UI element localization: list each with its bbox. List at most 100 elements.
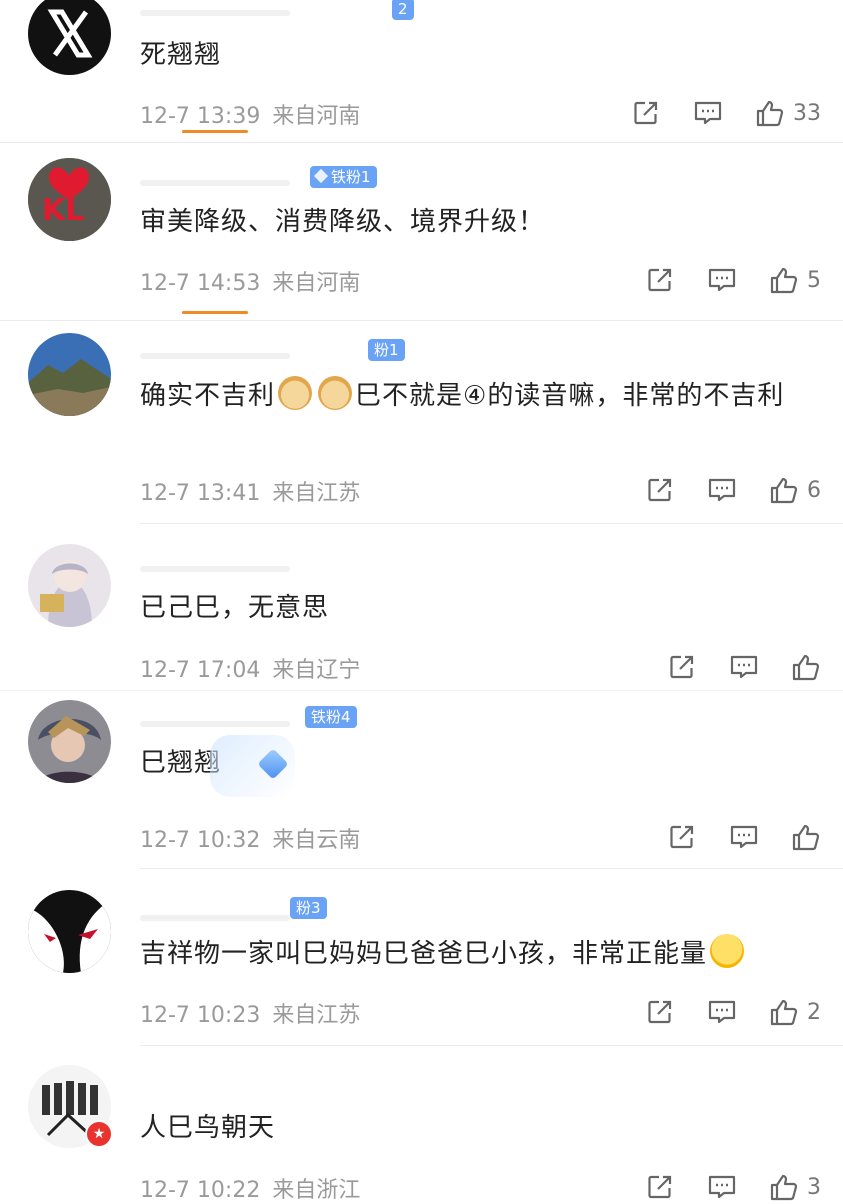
divider <box>140 1045 843 1046</box>
fan-badge: 铁粉1 <box>310 166 377 188</box>
comment-actions: 5 <box>613 263 821 297</box>
comment-icon <box>693 98 723 128</box>
reply-button[interactable] <box>707 265 737 295</box>
share-icon <box>645 475 675 505</box>
avatar[interactable] <box>28 333 111 416</box>
thumbs-up-icon <box>769 475 799 505</box>
comment-actions <box>635 650 821 684</box>
share-button[interactable] <box>631 98 661 128</box>
comment-text: 审美降级、消费降级、境界升级！ <box>140 207 546 237</box>
like-count: 5 <box>807 267 821 293</box>
share-icon <box>645 1172 675 1202</box>
like-count: 6 <box>807 477 821 503</box>
comment-text: 人巳鸟朝天 <box>140 1113 276 1143</box>
avatar-image <box>28 333 111 416</box>
comment-meta: 12-7 10:32 来自云南 <box>140 822 360 854</box>
smile-emoji <box>710 934 745 968</box>
comment-icon <box>729 822 759 852</box>
comment-location: 来自江苏 <box>272 481 361 506</box>
comment-time: 12-7 14:53 <box>140 271 261 296</box>
avatar[interactable] <box>28 0 111 75</box>
like-button[interactable]: 2 <box>769 997 821 1027</box>
comment-time: 12-7 10:22 <box>140 1178 261 1203</box>
like-button[interactable]: 5 <box>769 265 821 295</box>
reply-button[interactable] <box>707 475 737 505</box>
fan-badge: 2 <box>392 0 414 20</box>
like-button[interactable]: 33 <box>755 98 821 128</box>
thumbs-up-icon <box>755 98 785 128</box>
share-button[interactable] <box>667 652 697 682</box>
comment-time: 12-7 10:23 <box>140 1003 261 1028</box>
x-logo-icon <box>47 9 93 58</box>
avatar-image <box>28 700 111 783</box>
comment-time: 12-7 10:32 <box>140 828 261 853</box>
doge-emoji <box>318 376 353 410</box>
avatar-image <box>28 544 111 627</box>
share-button[interactable] <box>645 265 675 295</box>
share-icon <box>667 822 697 852</box>
like-button[interactable] <box>791 822 821 852</box>
comment-location: 来自河南 <box>272 104 361 129</box>
divider <box>0 142 843 143</box>
divider <box>0 690 843 691</box>
share-button[interactable] <box>645 475 675 505</box>
like-count: 3 <box>807 1174 821 1200</box>
avatar[interactable]: KL <box>28 158 111 241</box>
share-button[interactable] <box>645 997 675 1027</box>
avatar[interactable] <box>28 544 111 627</box>
thumbs-up-icon <box>791 822 821 852</box>
share-icon <box>645 265 675 295</box>
like-count: 33 <box>793 100 821 126</box>
svg-text:KL: KL <box>42 193 84 228</box>
avatar[interactable] <box>28 890 111 973</box>
share-button[interactable] <box>645 1172 675 1202</box>
avatar-image: KL <box>28 158 111 241</box>
fan-badge: 粉3 <box>290 897 327 919</box>
comment-icon <box>707 1172 737 1202</box>
comment-decoration <box>210 735 295 797</box>
share-button[interactable] <box>667 822 697 852</box>
reply-button[interactable] <box>693 98 723 128</box>
share-icon <box>645 997 675 1027</box>
thumbs-up-icon <box>769 1172 799 1202</box>
comment-text: 吉祥物一家叫巳妈妈巳爸爸巳小孩，非常正能量 <box>140 931 830 977</box>
comment-text: 死翘翘 <box>140 40 222 70</box>
avatar-image <box>28 890 111 973</box>
comment-actions <box>635 820 821 854</box>
avatar[interactable]: ★ <box>28 1065 113 1148</box>
reply-button[interactable] <box>729 652 759 682</box>
divider <box>140 523 843 524</box>
comment-time: 12-7 17:04 <box>140 658 261 683</box>
comment-location: 来自江苏 <box>272 1003 361 1028</box>
like-button[interactable]: 6 <box>769 475 821 505</box>
comment-icon <box>707 997 737 1027</box>
comment-meta: 12-7 14:53 来自河南 <box>140 265 360 297</box>
fan-badge: 铁粉4 <box>305 706 357 728</box>
comment-icon <box>729 652 759 682</box>
time-underline <box>182 130 248 133</box>
share-icon <box>631 98 661 128</box>
thumbs-up-icon <box>769 997 799 1027</box>
comment-actions: 2 <box>613 995 821 1029</box>
comment-meta: 12-7 13:41 来自江苏 <box>140 475 360 507</box>
comment-actions: 6 <box>613 473 821 507</box>
comment-location: 来自河南 <box>272 271 361 296</box>
avatar[interactable] <box>28 700 111 783</box>
comment-location: 来自辽宁 <box>272 658 361 683</box>
like-button[interactable]: 3 <box>769 1172 821 1202</box>
comment-location: 来自浙江 <box>272 1178 361 1203</box>
reply-button[interactable] <box>707 997 737 1027</box>
doge-emoji <box>278 376 313 410</box>
comment-time: 12-7 13:41 <box>140 481 261 506</box>
thumbs-up-icon <box>769 265 799 295</box>
fan-badge: 粉1 <box>368 339 405 361</box>
verified-badge-icon: ★ <box>85 1120 113 1148</box>
reply-button[interactable] <box>707 1172 737 1202</box>
comment-meta: 12-7 17:04 来自辽宁 <box>140 652 360 684</box>
comment-icon <box>707 265 737 295</box>
diamond-icon <box>257 748 289 780</box>
comment-icon <box>707 475 737 505</box>
reply-button[interactable] <box>729 822 759 852</box>
like-button[interactable] <box>791 652 821 682</box>
comment-text: 确实不吉利 巳不就是④的读音嘛，非常的不吉利 <box>140 373 830 419</box>
